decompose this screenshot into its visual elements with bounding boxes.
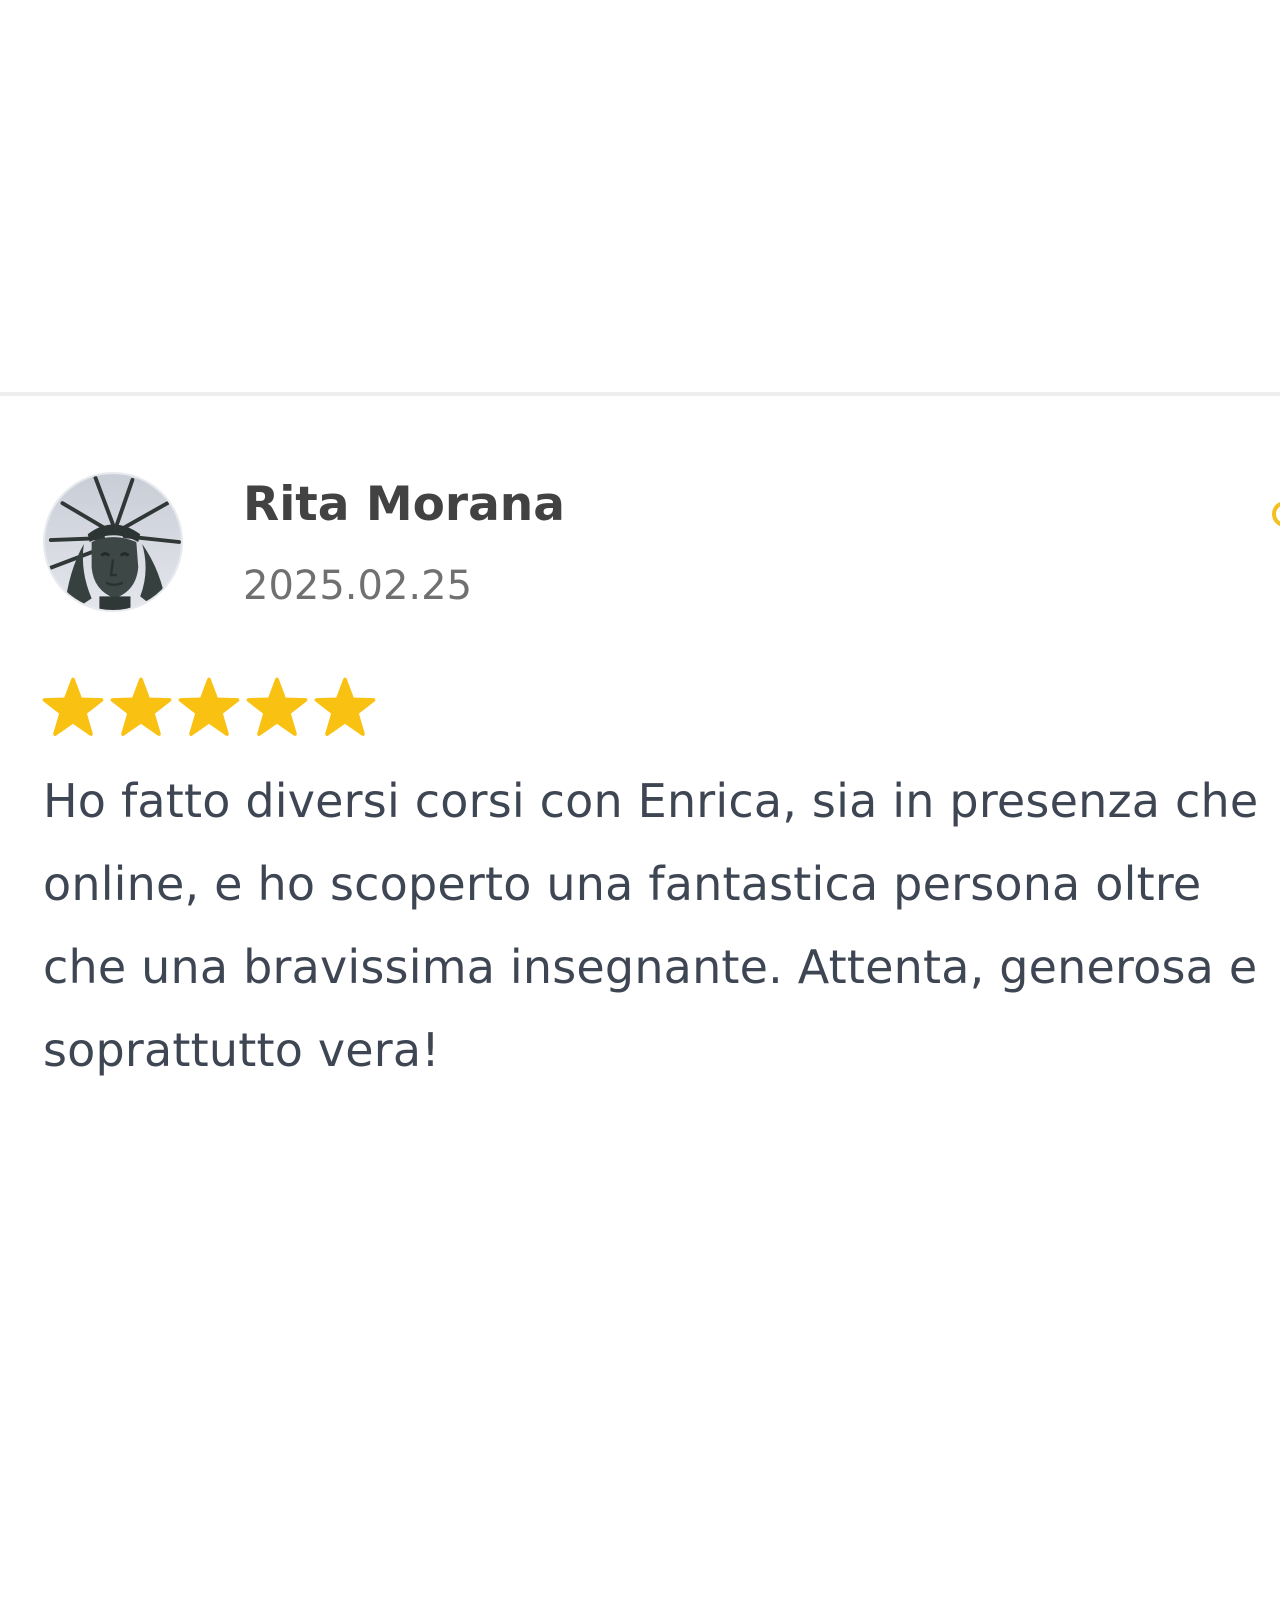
google-logo-icon	[1272, 501, 1280, 527]
star-icon	[42, 677, 104, 739]
review-card: Rita Morana 2025.02.25 Ho fatto diversi …	[0, 396, 1280, 1196]
star-icon	[246, 677, 308, 739]
statue-of-liberty-avatar-icon	[45, 474, 181, 610]
reviewer-avatar	[43, 472, 183, 612]
review-date: 2025.02.25	[243, 563, 473, 609]
review-text: Ho fatto diversi corsi con Enrica, sia i…	[43, 774, 1259, 1077]
reviewer-name: Rita Morana	[243, 477, 565, 532]
star-icon	[178, 677, 240, 739]
star-icon	[314, 677, 376, 739]
star-rating	[42, 677, 376, 739]
star-icon	[110, 677, 172, 739]
